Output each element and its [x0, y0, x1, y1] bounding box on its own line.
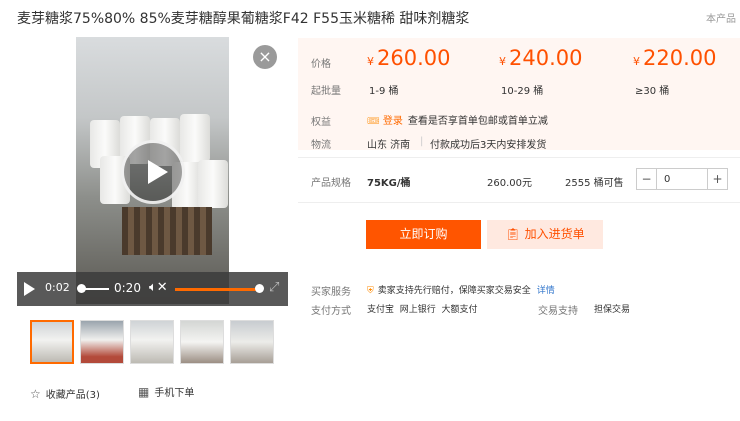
duration: 0:20 [114, 281, 141, 295]
price-tier-1: ¥260.00 [367, 46, 450, 70]
currency-symbol: ¥ [367, 55, 374, 68]
moq-label: 起批量 [311, 86, 341, 97]
trade-support-label: 交易支持 [538, 306, 578, 317]
increase-button[interactable]: + [707, 169, 727, 189]
close-video-button[interactable]: × [253, 45, 277, 69]
spec-price: 260.00元 [487, 178, 532, 189]
logistics-origin[interactable]: 山东 济南 [367, 136, 410, 151]
qr-code-icon: ▦ [138, 385, 150, 399]
divider [298, 202, 740, 203]
add-to-cart-button[interactable]: 📋︎ 加入进货单 [487, 220, 603, 249]
thumbnail[interactable] [30, 320, 74, 364]
volume-mute-icon[interactable]: 🔈︎✕ [149, 280, 168, 295]
coupon-icon: 🎟︎ [367, 116, 380, 127]
price-tier-2: ¥240.00 [499, 46, 582, 70]
spec-stock: 2555 桶可售 [565, 178, 624, 189]
quantity-stepper: − + [636, 168, 728, 190]
mobile-order-button[interactable]: ▦ 手机下单 [138, 384, 194, 399]
quantity-input[interactable] [658, 169, 707, 189]
star-icon: ☆ [30, 387, 41, 401]
logistics-text: 付款成功后3天内安排发货 [430, 140, 547, 151]
thumbnail[interactable] [230, 320, 274, 364]
benefits-row: 🎟︎ 登录 查看是否享首单包邮或首单立减 [367, 112, 548, 127]
thumbnail[interactable] [130, 320, 174, 364]
progress-bar[interactable] [85, 288, 109, 290]
video-player[interactable] [17, 37, 288, 304]
buy-now-button[interactable]: 立即订购 [366, 220, 481, 249]
decrease-button[interactable]: − [637, 169, 657, 189]
benefits-label: 权益 [311, 117, 331, 128]
login-link[interactable]: 登录 [383, 116, 403, 127]
video-play-button[interactable] [121, 140, 185, 204]
fullscreen-icon[interactable]: ⤢ [269, 280, 279, 295]
volume-slider[interactable] [175, 288, 259, 291]
spec-name: 75KG/桶 [367, 178, 411, 189]
price-value: 220.00 [643, 46, 717, 70]
price-label: 价格 [311, 59, 331, 70]
video-frame[interactable] [76, 37, 229, 304]
progress-handle[interactable] [77, 284, 86, 293]
tier-range-3: ≥30 桶 [635, 86, 670, 97]
play-icon [148, 160, 168, 184]
service-text: 卖家支持先行赔付，保障买家交易安全 [377, 286, 531, 296]
pallet [122, 207, 212, 255]
tier-range-1: 1-9 桶 [369, 86, 399, 97]
add-to-cart-label: 加入进货单 [524, 227, 585, 241]
currency-symbol: ¥ [633, 55, 640, 68]
price-tier-3: ¥220.00 [633, 46, 716, 70]
logistics-label: 物流 [311, 140, 331, 151]
price-value: 260.00 [377, 46, 451, 70]
service-label: 买家服务 [311, 287, 351, 298]
price-value: 240.00 [509, 46, 583, 70]
shield-icon: ⛨ [367, 286, 374, 296]
tier-range-2: 10-29 桶 [501, 86, 544, 97]
product-title: 麦芽糖浆75%80% 85%麦芽糖醇果葡糖浆F42 F55玉米糖稀 甜味剂糖浆 [17, 11, 470, 27]
control-play-icon[interactable] [24, 282, 35, 296]
spec-label: 产品规格 [311, 178, 351, 189]
payment-methods: 支付宝 网上银行 大额支付 [367, 305, 478, 315]
benefits-text: 查看是否享首单包邮或首单立减 [407, 116, 548, 127]
logistics-separator: | [420, 136, 424, 147]
trade-support-value: 担保交易 [594, 305, 631, 315]
volume-handle[interactable] [255, 284, 264, 293]
cart-icon: 📋︎ [505, 227, 521, 241]
thumbnail[interactable] [180, 320, 224, 364]
shop-tag: 本产品 [706, 14, 736, 25]
payment-label: 支付方式 [311, 306, 351, 317]
current-time: 0:02 [45, 281, 70, 294]
divider [298, 157, 740, 158]
thumbnail[interactable] [80, 320, 124, 364]
video-controls: 0:02 0:20 🔈︎✕ ⤢ [17, 272, 288, 306]
service-detail-link[interactable]: 详情 [537, 286, 555, 296]
favorite-button[interactable]: ☆ 收藏产品(3) [30, 386, 100, 401]
currency-symbol: ¥ [499, 55, 506, 68]
favorite-label: 收藏产品(3) [45, 390, 100, 401]
mobile-order-label: 手机下单 [154, 388, 195, 399]
service-row: ⛨ 卖家支持先行赔付，保障买家交易安全 详情 [367, 283, 555, 296]
